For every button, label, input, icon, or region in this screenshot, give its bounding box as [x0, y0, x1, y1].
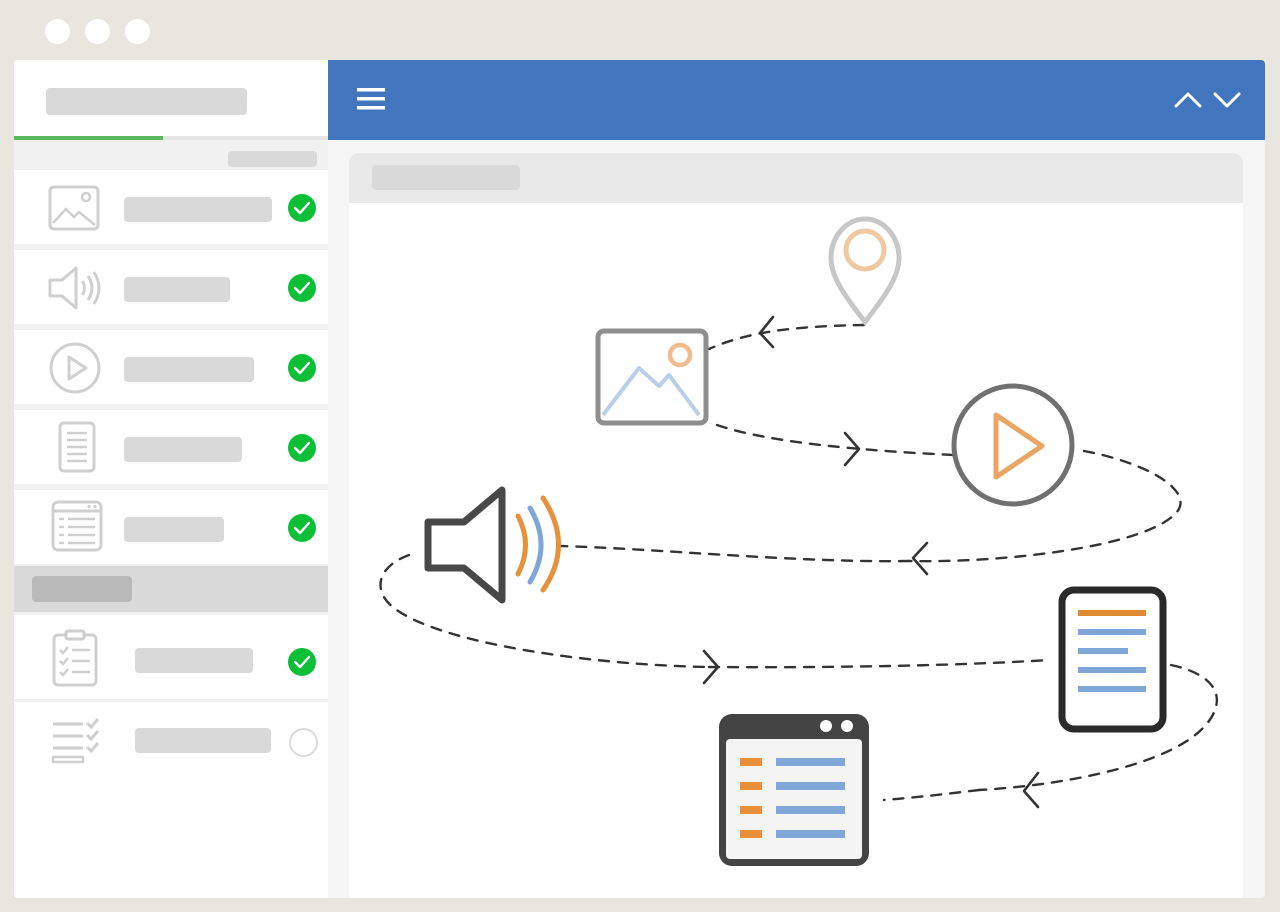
webpage-icon	[51, 500, 103, 552]
window-dot[interactable]	[45, 19, 70, 44]
video-icon	[49, 342, 101, 394]
chevron-down-icon[interactable]	[1213, 90, 1241, 110]
window-dot[interactable]	[125, 19, 150, 44]
content-journey-illustration	[379, 216, 1219, 866]
app-window	[14, 60, 1265, 898]
path-line	[707, 658, 1051, 669]
path-line	[882, 788, 981, 802]
sidebar-item-webpage[interactable]	[14, 490, 328, 564]
sidebar-item-label	[135, 728, 271, 753]
complete-check-icon	[288, 648, 316, 676]
document-icon	[58, 421, 96, 473]
sidebar-item-label	[135, 648, 253, 673]
complete-check-icon	[288, 434, 316, 462]
sidebar-item-survey[interactable]	[14, 702, 328, 898]
sidebar-item-document[interactable]	[14, 410, 328, 484]
sidebar-item-label	[124, 437, 242, 462]
sidebar-section-header[interactable]	[14, 566, 328, 612]
hamburger-menu-icon[interactable]	[357, 87, 385, 111]
sidebar-item-label	[124, 357, 254, 382]
sidebar-item-image[interactable]	[14, 170, 328, 244]
audio-icon	[48, 266, 101, 310]
quiz-icon	[52, 629, 98, 687]
sidebar-item-label	[124, 277, 230, 302]
sidebar-item-label	[124, 517, 224, 542]
path-line	[707, 323, 866, 351]
course-progress-fill	[14, 136, 164, 140]
path-arrow	[911, 541, 929, 576]
speaker-icon	[424, 486, 561, 604]
course-title-placeholder	[46, 88, 247, 115]
sidebar-item-video[interactable]	[14, 330, 328, 404]
webpage-icon	[719, 714, 869, 866]
complete-check-icon	[288, 194, 316, 222]
path-line	[557, 544, 911, 563]
image-icon	[48, 185, 100, 231]
location-pin-icon	[828, 216, 902, 327]
sidebar-header	[14, 60, 328, 136]
progress-label-placeholder	[228, 151, 317, 167]
path-line	[379, 553, 711, 669]
document-icon	[1058, 586, 1167, 733]
path-line	[715, 423, 956, 457]
sidebar-item-label	[124, 197, 272, 222]
complete-check-icon	[288, 514, 316, 542]
complete-check-icon	[288, 354, 316, 382]
survey-icon	[51, 718, 100, 764]
sidebar	[14, 60, 328, 898]
sidebar-item-quiz[interactable]	[14, 615, 328, 699]
incomplete-status-icon	[289, 728, 318, 757]
play-icon	[951, 383, 1075, 507]
section-title-placeholder	[32, 576, 132, 602]
sidebar-item-audio[interactable]	[14, 250, 328, 324]
path-arrow	[1022, 771, 1040, 809]
image-icon	[595, 328, 709, 426]
top-toolbar	[328, 60, 1265, 140]
main-content	[328, 60, 1265, 898]
chevron-up-icon[interactable]	[1174, 90, 1202, 110]
lesson-card	[349, 153, 1243, 898]
complete-check-icon	[288, 274, 316, 302]
course-progress-bar	[14, 136, 328, 140]
window-dot[interactable]	[85, 19, 110, 44]
